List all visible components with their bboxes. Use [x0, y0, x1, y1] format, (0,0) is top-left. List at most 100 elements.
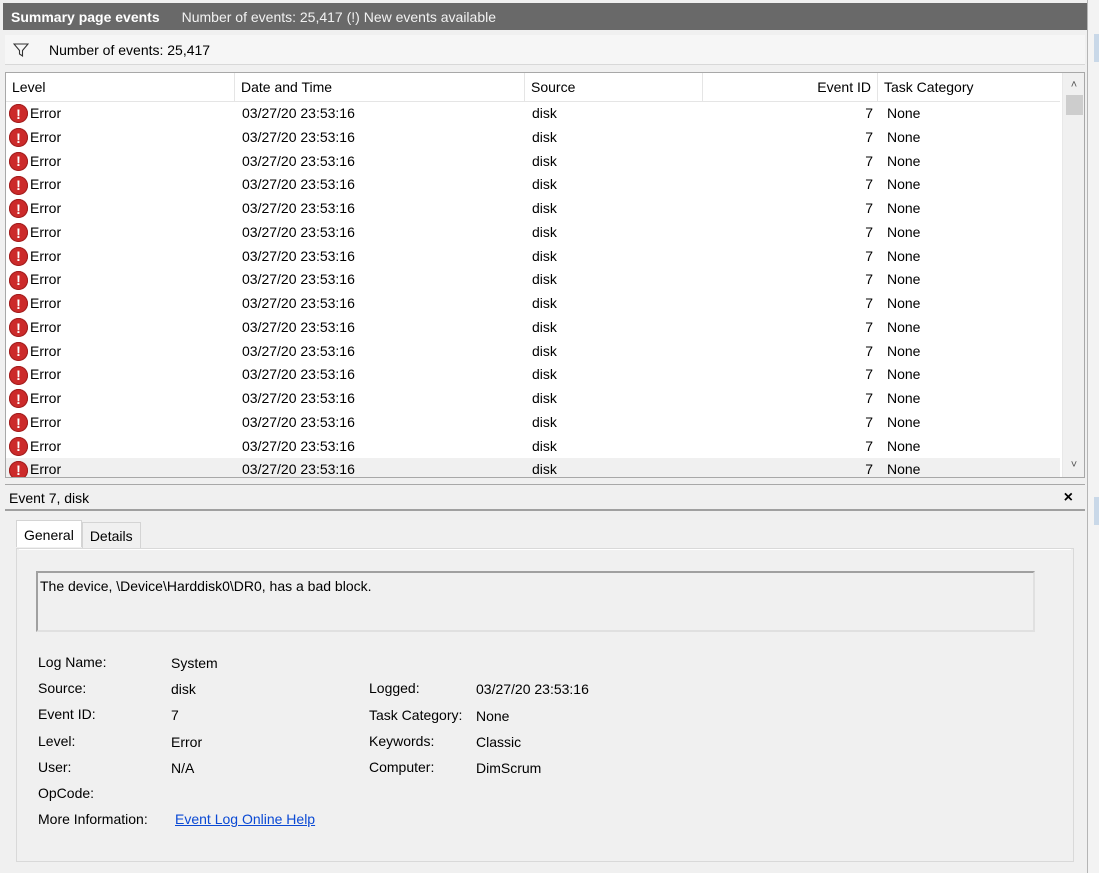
table-row[interactable]: ! Error 03/27/20 23:53:16 disk 7 None: [6, 435, 1060, 459]
task-category-cell: None: [887, 247, 921, 264]
column-header-source[interactable]: Source: [525, 73, 703, 102]
task-category-cell: None: [887, 461, 921, 478]
level-cell: ! Error: [9, 221, 61, 245]
logged-label: Logged:: [369, 680, 420, 696]
source-cell: disk: [532, 437, 557, 454]
right-edge-strip: [1087, 0, 1099, 873]
level-text: Error: [30, 461, 62, 478]
date-cell: 03/27/20 23:53:16: [242, 128, 355, 145]
error-icon: !: [9, 175, 28, 195]
level-text: Error: [30, 437, 62, 454]
table-row[interactable]: ! Error 03/27/20 23:53:16 disk 7 None: [6, 102, 1060, 126]
level-cell: ! Error: [9, 126, 61, 150]
table-row[interactable]: ! Error 03/27/20 23:53:16 disk 7 None: [6, 126, 1060, 150]
level-text: Error: [30, 295, 62, 311]
date-cell: 03/27/20 23:53:16: [242, 295, 355, 311]
source-cell: disk: [532, 295, 557, 311]
level-text: Error: [30, 390, 62, 406]
source-cell: disk: [532, 366, 557, 383]
event-id-cell: 7: [865, 390, 873, 406]
scroll-up-icon[interactable]: ˄: [1063, 75, 1084, 95]
filter-bar: Number of events: 25,417: [5, 35, 1085, 65]
event-id-cell: 7: [865, 295, 873, 311]
table-row[interactable]: ! Error 03/27/20 23:53:16 disk 7 None: [6, 340, 1060, 364]
table-row[interactable]: ! Error 03/27/20 23:53:16 disk 7 None: [6, 292, 1060, 316]
level-cell: ! Error: [9, 173, 61, 197]
event-id-value: 7: [171, 707, 179, 723]
column-header-task-category[interactable]: Task Category: [878, 73, 1060, 102]
error-icon: !: [9, 223, 28, 243]
header-subtitle[interactable]: Number of events: 25,417 (!) New events …: [182, 9, 496, 25]
source-cell: disk: [532, 152, 557, 169]
close-icon[interactable]: ×: [1064, 485, 1073, 511]
level-text: Error: [30, 271, 62, 288]
event-viewer-window: Summary page events Number of events: 25…: [0, 0, 1099, 873]
logged-value: 03/27/20 23:53:16: [476, 681, 589, 697]
table-row[interactable]: ! Error 03/27/20 23:53:16 disk 7 None: [6, 316, 1060, 340]
column-header-event-id[interactable]: Event ID: [703, 73, 878, 102]
task-category-label: Task Category:: [369, 707, 463, 723]
table-row[interactable]: ! Error 03/27/20 23:53:16 disk 7 None: [6, 245, 1060, 269]
event-id-cell: 7: [865, 105, 873, 121]
level-text: Error: [30, 366, 62, 383]
task-category-cell: None: [887, 318, 921, 335]
source-cell: disk: [532, 318, 557, 335]
column-header-level[interactable]: Level: [6, 73, 235, 102]
error-icon: !: [9, 128, 28, 148]
source-cell: disk: [532, 413, 557, 430]
column-header-date[interactable]: Date and Time: [235, 73, 525, 102]
scroll-down-icon[interactable]: ˅: [1063, 455, 1084, 475]
scroll-thumb[interactable]: [1066, 95, 1083, 115]
table-row[interactable]: ! Error 03/27/20 23:53:16 disk 7 None: [6, 363, 1060, 387]
date-cell: 03/27/20 23:53:16: [242, 176, 355, 193]
error-icon: !: [9, 460, 28, 477]
vertical-scrollbar[interactable]: ˄ ˅: [1062, 73, 1084, 477]
date-cell: 03/27/20 23:53:16: [242, 366, 355, 383]
table-row[interactable]: ! Error 03/27/20 23:53:16 disk 7 None: [6, 268, 1060, 292]
error-icon: !: [9, 270, 28, 290]
event-detail-pane: Event 7, disk × General Details The devi…: [5, 484, 1085, 873]
table-row[interactable]: ! Error 03/27/20 23:53:16 disk 7 None: [6, 173, 1060, 197]
level-label: Level:: [38, 733, 76, 749]
level-text: Error: [30, 176, 62, 193]
task-category-cell: None: [887, 342, 921, 359]
tab-details[interactable]: Details: [81, 522, 141, 548]
table-row[interactable]: ! Error 03/27/20 23:53:16 disk 7 None: [6, 221, 1060, 245]
source-cell: disk: [532, 105, 557, 121]
event-id-cell: 7: [865, 437, 873, 454]
task-category-value: None: [476, 708, 510, 724]
filter-icon[interactable]: [13, 42, 29, 57]
level-cell: ! Error: [9, 292, 61, 316]
table-row[interactable]: ! Error 03/27/20 23:53:16 disk 7 None: [6, 150, 1060, 174]
tab-general[interactable]: General: [16, 520, 82, 547]
date-cell: 03/27/20 23:53:16: [242, 200, 355, 216]
task-category-cell: None: [887, 413, 921, 430]
table-row[interactable]: ! Error 03/27/20 23:53:16 disk 7 None: [6, 458, 1060, 478]
error-icon: !: [9, 413, 28, 433]
level-text: Error: [30, 318, 62, 335]
event-id-label: Event ID:: [38, 706, 96, 722]
level-cell: ! Error: [9, 268, 61, 292]
detail-title: Event 7, disk: [9, 490, 90, 506]
error-icon: !: [9, 151, 28, 171]
task-category-cell: None: [887, 152, 921, 169]
edge-marker: [1094, 497, 1099, 525]
date-cell: 03/27/20 23:53:16: [242, 437, 355, 454]
table-row[interactable]: ! Error 03/27/20 23:53:16 disk 7 None: [6, 387, 1060, 411]
table-row[interactable]: ! Error 03/27/20 23:53:16 disk 7 None: [6, 411, 1060, 435]
level-text: Error: [30, 128, 62, 145]
keywords-label: Keywords:: [369, 733, 435, 749]
source-cell: disk: [532, 342, 557, 359]
task-category-cell: None: [887, 200, 921, 216]
date-cell: 03/27/20 23:53:16: [242, 152, 355, 169]
events-list[interactable]: Level Date and Time Source Event ID Task…: [5, 72, 1085, 478]
event-properties: Log Name: System Source: disk Event ID: …: [19, 550, 1071, 862]
date-cell: 03/27/20 23:53:16: [242, 247, 355, 264]
event-log-online-help-link[interactable]: Event Log Online Help: [175, 811, 315, 827]
level-cell: ! Error: [9, 411, 61, 435]
level-cell: ! Error: [9, 340, 61, 364]
task-category-cell: None: [887, 390, 921, 406]
level-text: Error: [30, 105, 62, 121]
table-row[interactable]: ! Error 03/27/20 23:53:16 disk 7 None: [6, 197, 1060, 221]
level-text: Error: [30, 413, 62, 430]
